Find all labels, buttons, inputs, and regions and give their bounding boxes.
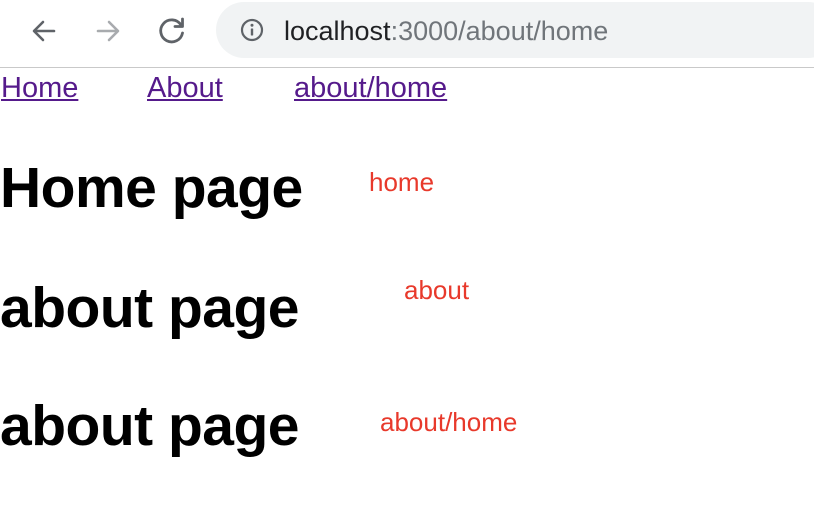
forward-button[interactable]: [91, 14, 125, 48]
info-circle-icon[interactable]: [240, 18, 264, 42]
route-label-about-home: about/home: [380, 407, 518, 437]
page-content: Home About about/home Home page home abo…: [0, 68, 814, 518]
nav-link-about-home[interactable]: about/home: [294, 68, 447, 108]
url-host: localhost: [284, 16, 391, 46]
route-block-home: Home page: [0, 156, 303, 220]
route-label-about: about: [404, 275, 470, 305]
arrow-left-icon: [32, 20, 56, 42]
reload-button[interactable]: [155, 14, 189, 48]
browser-toolbar: localhost:3000/about/home: [0, 0, 814, 68]
home-page-heading: Home page: [0, 156, 303, 220]
arrow-right-icon: [96, 20, 120, 42]
route-label-home: home: [369, 167, 435, 197]
about-home-page-heading: about page: [0, 394, 300, 458]
url-text[interactable]: localhost:3000/about/home: [284, 15, 608, 47]
nav-link-about[interactable]: About: [147, 68, 223, 108]
reload-icon: [159, 17, 184, 44]
route-block-about: about page: [0, 276, 300, 340]
about-page-heading: about page: [0, 276, 300, 340]
back-button[interactable]: [27, 14, 61, 48]
nav-link-home[interactable]: Home: [1, 68, 78, 108]
url-path: :3000/about/home: [390, 16, 609, 46]
address-bar[interactable]: localhost:3000/about/home: [216, 2, 814, 58]
route-block-about-home: about page: [0, 394, 300, 458]
